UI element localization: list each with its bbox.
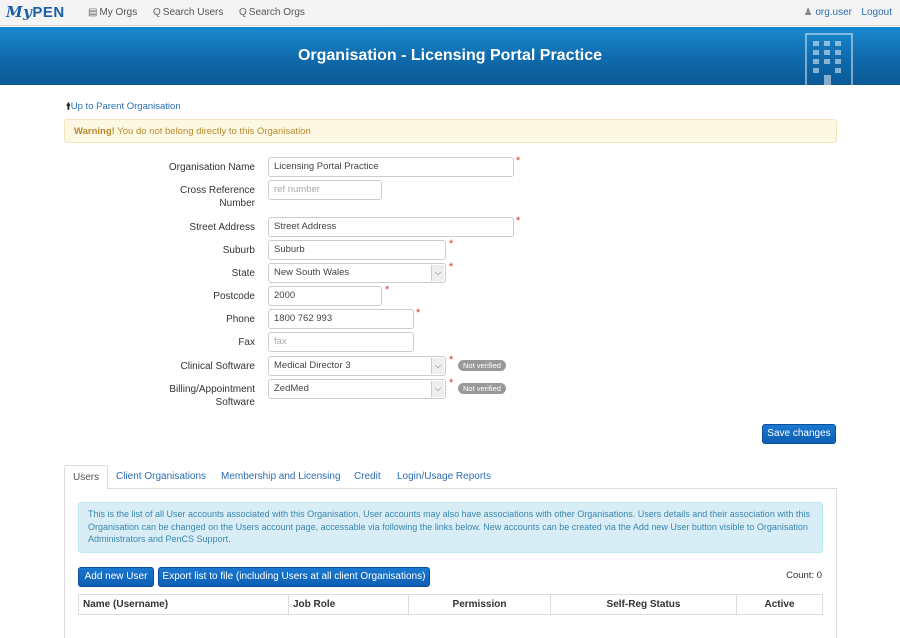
tab-credit[interactable]: Credit xyxy=(346,465,389,489)
clinical-software-label: Clinical Software xyxy=(180,361,255,372)
billing-software-label: Billing/Appointment Software xyxy=(169,384,255,408)
postcode-input[interactable]: 2000 xyxy=(268,286,382,306)
required-marker: * xyxy=(449,354,454,366)
nav-my-orgs[interactable]: ▤ My Orgs xyxy=(88,7,137,18)
col-name[interactable]: Name (Username) xyxy=(78,594,289,615)
col-job-role[interactable]: Job Role xyxy=(288,594,409,615)
required-marker: * xyxy=(385,284,390,296)
street-input[interactable]: Street Address xyxy=(268,217,514,237)
up-to-parent-link[interactable]: 🠙Up to Parent Organisation xyxy=(66,99,181,115)
my-orgs-icon: ▤ xyxy=(88,7,98,18)
col-active[interactable]: Active xyxy=(736,594,823,615)
required-marker: * xyxy=(516,155,521,167)
user-count: Count: 0 xyxy=(786,570,822,581)
search-icon: Q xyxy=(239,7,247,18)
required-marker: * xyxy=(449,261,454,273)
street-label: Street Address xyxy=(189,222,255,233)
add-new-user-button[interactable]: Add new User xyxy=(78,567,154,587)
chevron-down-icon: ⌵ xyxy=(431,358,444,374)
fax-label: Fax xyxy=(238,337,255,348)
users-info-alert: This is the list of all User accounts as… xyxy=(78,502,823,553)
not-verified-badge: Not verified xyxy=(458,383,506,394)
org-name-label: Organisation Name xyxy=(168,162,255,173)
nav-search-orgs[interactable]: Q Search Orgs xyxy=(239,7,305,18)
save-changes-button[interactable]: Save changes xyxy=(762,424,836,444)
required-marker: * xyxy=(416,307,421,319)
billing-software-select[interactable]: ZedMed ⌵ xyxy=(268,379,446,399)
export-list-button[interactable]: Export list to file (including Users at … xyxy=(158,567,430,587)
tab-membership-licensing[interactable]: Membership and Licensing xyxy=(213,465,349,489)
phone-label: Phone xyxy=(226,314,255,325)
state-select[interactable]: New South Wales ⌵ xyxy=(268,263,446,283)
col-self-reg-status[interactable]: Self-Reg Status xyxy=(550,594,737,615)
page-title: Organisation - Licensing Portal Practice xyxy=(297,47,603,64)
page-banner: Organisation - Licensing Portal Practice xyxy=(0,27,900,85)
required-marker: * xyxy=(516,215,521,227)
required-marker: * xyxy=(449,377,454,389)
fax-input[interactable]: fax xyxy=(268,332,414,352)
postcode-label: Postcode xyxy=(213,291,255,302)
building-icon xyxy=(805,33,853,85)
users-table: Name (Username) Job Role Permission Self… xyxy=(78,594,823,615)
current-user-link[interactable]: ♟ org.user xyxy=(804,7,852,18)
phone-input[interactable]: 1800 762 993 xyxy=(268,309,414,329)
logout-link[interactable]: Logout xyxy=(861,7,892,18)
mypen-logo[interactable]: MyPEN xyxy=(6,3,65,21)
suburb-label: Suburb xyxy=(222,245,255,256)
state-label: State xyxy=(231,268,255,279)
chevron-down-icon: ⌵ xyxy=(431,381,444,397)
top-navbar: MyPEN ▤ My Orgs Q Search Users Q Search Org… xyxy=(0,0,900,26)
org-name-input[interactable]: Licensing Portal Practice xyxy=(268,157,514,177)
not-verified-badge: Not verified xyxy=(458,360,506,371)
warning-alert: Warning! You do not belong directly to t… xyxy=(64,119,837,143)
clinical-software-select[interactable]: Medical Director 3 ⌵ xyxy=(268,356,446,376)
cross-ref-label: Cross Reference Number xyxy=(179,185,255,209)
required-marker: * xyxy=(449,238,454,250)
tab-client-organisations[interactable]: Client Organisations xyxy=(108,465,214,489)
tab-users[interactable]: Users xyxy=(64,465,109,490)
tab-login-usage-reports[interactable]: Login/Usage Reports xyxy=(389,465,499,489)
search-icon: Q xyxy=(153,7,161,18)
user-icon: ♟ xyxy=(803,7,813,18)
cross-ref-input[interactable]: ref number xyxy=(268,180,382,200)
nav-search-users[interactable]: Q Search Users xyxy=(153,7,223,18)
org-tabs: Users Client Organisations Membership an… xyxy=(64,465,837,490)
suburb-input[interactable]: Suburb xyxy=(268,240,446,260)
chevron-down-icon: ⌵ xyxy=(431,265,444,281)
col-permission[interactable]: Permission xyxy=(408,594,551,615)
